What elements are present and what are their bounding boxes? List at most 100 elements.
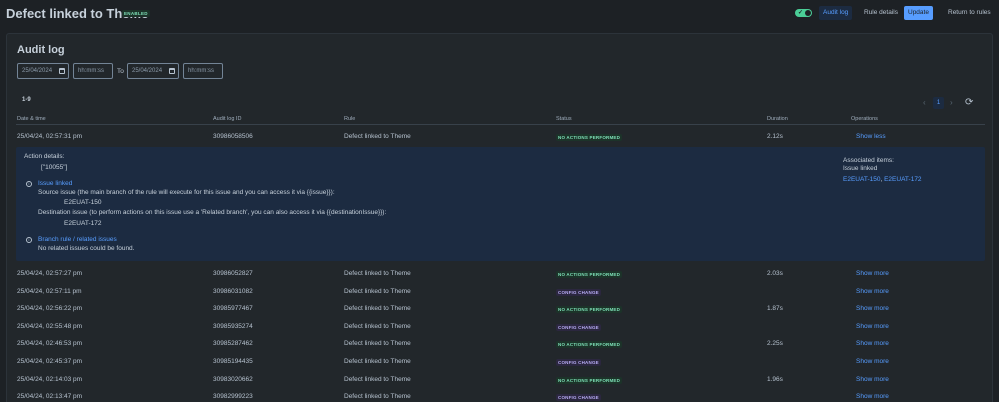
associated-items-sub: Issue linked [843, 165, 878, 172]
to-date-value: 25/04/2024 [132, 68, 163, 74]
audit-log-title: Audit log [17, 44, 65, 56]
table-row: 25/04/24, 02:13:47 pm 30982999223 Defect… [16, 388, 985, 402]
row-rule: Defect linked to Theme [344, 376, 411, 383]
branch-rule-title: Branch rule / related issues [38, 236, 117, 243]
calendar-icon[interactable] [59, 68, 65, 74]
row-rule: Defect linked to Theme [344, 305, 411, 312]
to-time-placeholder: hh:mm:ss [188, 68, 215, 74]
check-icon: ✓ [798, 10, 804, 16]
row-duration: 1.87s [767, 305, 783, 312]
chevron-left-icon[interactable]: ‹ [923, 98, 926, 107]
to-time-field[interactable]: hh:mm:ss [183, 63, 223, 79]
row-rule: Defect linked to Theme [344, 340, 411, 347]
show-more-link[interactable]: Show more [856, 340, 889, 347]
info-icon: i [26, 181, 32, 187]
row-date: 25/04/24, 02:57:31 pm [17, 133, 83, 140]
from-time-field[interactable]: hh:mm:ss [73, 63, 113, 79]
row-id: 30985935274 [213, 323, 253, 330]
table-row: 25/04/24, 02:57:31 pm 30986058506 Defect… [16, 128, 985, 145]
row-date: 25/04/24, 02:45:37 pm [17, 358, 83, 365]
status-lozenge: NO ACTIONS PERFORMED [556, 134, 623, 141]
row-date: 25/04/24, 02:57:27 pm [17, 270, 83, 277]
table-row: 25/04/24, 02:45:37 pm 30985194435 Defect… [16, 353, 985, 370]
destination-issue-text: Destination issue (to perform actions on… [38, 209, 387, 216]
status-lozenge: CONFIG CHANGE [556, 359, 601, 366]
show-more-link[interactable]: Show more [856, 270, 889, 277]
row-date: 25/04/24, 02:57:11 pm [17, 288, 82, 295]
row-rule: Defect linked to Theme [344, 393, 411, 400]
show-more-link[interactable]: Show more [856, 393, 889, 400]
info-icon: i [26, 237, 32, 243]
branch-rule-text: No related issues could be found. [38, 245, 135, 252]
show-more-link[interactable]: Show more [856, 358, 889, 365]
from-date-field[interactable]: 25/04/2024 [17, 63, 69, 79]
to-date-field[interactable]: 25/04/2024 [127, 63, 179, 79]
return-to-rules-button[interactable]: Return to rules [944, 6, 995, 20]
rule-enabled-toggle[interactable]: ✓ [795, 9, 812, 17]
column-header-date: Date & time [17, 116, 46, 122]
toggle-knob [805, 10, 811, 16]
status-lozenge: NO ACTIONS PERFORMED [556, 341, 623, 348]
from-time-placeholder: hh:mm:ss [78, 68, 105, 74]
row-date: 25/04/24, 02:13:47 pm [17, 393, 83, 400]
column-header-rule: Rule [344, 116, 356, 122]
update-button[interactable]: Update [904, 6, 933, 20]
row-date: 25/04/24, 02:14:03 pm [17, 376, 83, 383]
row-id: 30986052827 [213, 270, 253, 277]
row-id: 30985194435 [213, 358, 253, 365]
row-id: 30982999223 [213, 393, 253, 400]
show-more-link[interactable]: Show more [856, 288, 889, 295]
table-row: 25/04/24, 02:46:53 pm 30985287462 Defect… [16, 335, 985, 352]
action-value: ["10055"] [41, 164, 68, 171]
top-bar: Defect linked to Theme ENABLED ✓ Audit l… [0, 0, 999, 28]
show-less-link[interactable]: Show less [856, 133, 886, 140]
row-duration: 2.03s [767, 270, 783, 277]
page-number-button[interactable]: 1 [933, 97, 944, 109]
action-details-panel: Action details: ["10055"] i Issue linked… [16, 147, 985, 261]
row-id: 30985287462 [213, 340, 253, 347]
refresh-icon[interactable]: ⟳ [965, 97, 973, 108]
status-lozenge: CONFIG CHANGE [556, 324, 601, 331]
table-row: 25/04/24, 02:57:27 pm 30986052827 Defect… [16, 265, 985, 282]
status-lozenge: NO ACTIONS PERFORMED [556, 271, 623, 278]
source-issue-text: Source issue (the main branch of the rul… [38, 189, 335, 196]
row-date: 25/04/24, 02:56:22 pm [17, 305, 83, 312]
enabled-badge: ENABLED [122, 10, 150, 17]
row-id: 30985977467 [213, 305, 253, 312]
destination-issue-key: E2EUAT-172 [64, 220, 102, 227]
row-rule: Defect linked to Theme [344, 133, 411, 140]
column-header-operations: Operations [851, 116, 878, 122]
row-date: 25/04/24, 02:46:53 pm [17, 340, 83, 347]
show-more-link[interactable]: Show more [856, 305, 889, 312]
table-row: 25/04/24, 02:14:03 pm 30983020662 Defect… [16, 371, 985, 388]
row-duration: 2.25s [767, 340, 783, 347]
show-more-link[interactable]: Show more [856, 376, 889, 383]
chevron-right-icon[interactable]: › [950, 98, 953, 107]
audit-log-button[interactable]: Audit log [819, 6, 853, 20]
associated-link[interactable]: E2EUAT-172 [884, 176, 921, 183]
column-header-duration: Duration [767, 116, 788, 122]
status-lozenge: CONFIG CHANGE [556, 289, 601, 296]
issue-linked-title: Issue linked [38, 180, 73, 187]
column-header-id: Audit log ID [213, 116, 242, 122]
row-rule: Defect linked to Theme [344, 358, 411, 365]
table-row: 25/04/24, 02:55:48 pm 30985935274 Defect… [16, 318, 985, 335]
row-rule: Defect linked to Theme [344, 270, 411, 277]
status-lozenge: NO ACTIONS PERFORMED [556, 377, 623, 384]
associated-link[interactable]: E2EUAT-150 [843, 176, 880, 183]
result-range: 1-9 [22, 97, 31, 103]
rule-details-button[interactable]: Rule details [860, 6, 902, 20]
table-row: 25/04/24, 02:57:11 pm 30986031082 Defect… [16, 283, 985, 300]
row-duration: 1.96s [767, 376, 783, 383]
row-date: 25/04/24, 02:55:48 pm [17, 323, 83, 330]
source-issue-key: E2EUAT-150 [64, 199, 102, 206]
status-lozenge: NO ACTIONS PERFORMED [556, 306, 623, 313]
header-divider [16, 124, 985, 125]
row-id: 30986031082 [213, 288, 253, 295]
row-rule: Defect linked to Theme [344, 288, 411, 295]
calendar-icon[interactable] [169, 68, 175, 74]
table-row: 25/04/24, 02:56:22 pm 30985977467 Defect… [16, 300, 985, 317]
associated-items-links: E2EUAT-150, E2EUAT-172 [843, 176, 922, 183]
show-more-link[interactable]: Show more [856, 323, 889, 330]
row-rule: Defect linked to Theme [344, 323, 411, 330]
